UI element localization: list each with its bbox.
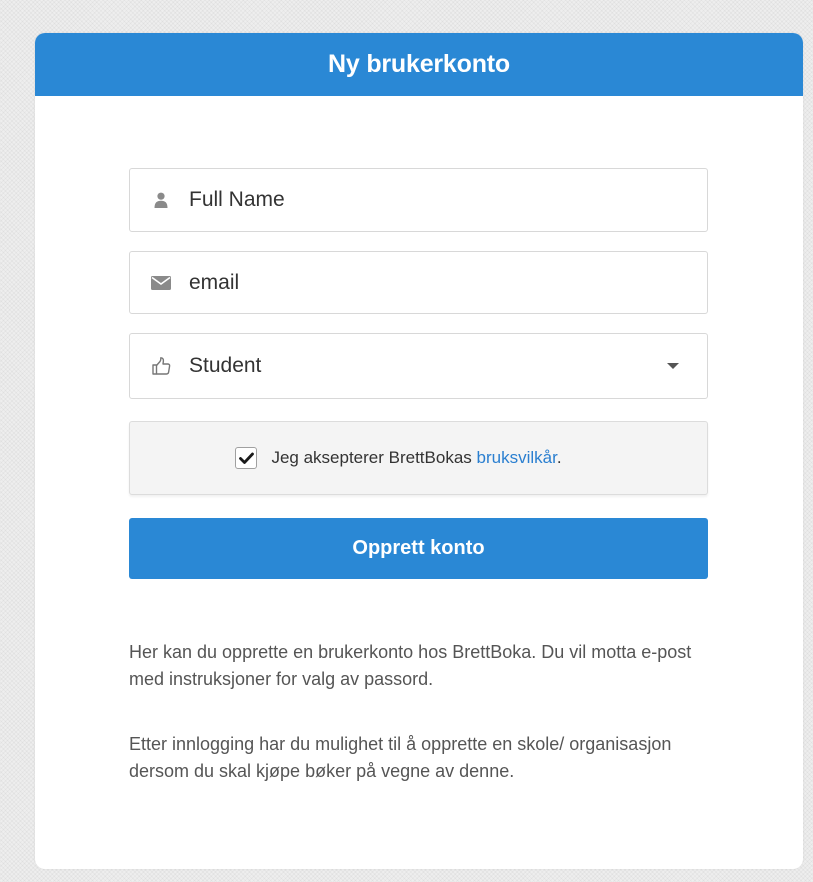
full-name-field[interactable] — [129, 168, 708, 232]
create-account-button[interactable]: Opprett konto — [129, 518, 708, 579]
thumbs-up-icon — [150, 355, 172, 377]
envelope-icon — [150, 272, 172, 294]
email-input[interactable] — [189, 252, 707, 313]
signup-card: Ny brukerkonto Student — [35, 33, 803, 869]
info-paragraph: Etter innlogging har du mulighet til å o… — [129, 734, 672, 781]
terms-label: Jeg aksepterer BrettBokas bruksvilkår. — [271, 448, 562, 467]
page-title: Ny brukerkonto — [328, 50, 510, 78]
full-name-input[interactable] — [189, 169, 707, 231]
terms-checkbox[interactable] — [235, 447, 258, 469]
info-paragraph: Her kan du opprette en brukerkonto hos B… — [129, 642, 692, 689]
role-select-value: Student — [189, 354, 262, 377]
checkmark-icon — [239, 452, 254, 464]
user-icon — [150, 189, 172, 211]
chevron-down-icon — [667, 363, 679, 369]
email-field[interactable] — [129, 251, 708, 314]
card-header: Ny brukerkonto — [35, 33, 803, 96]
role-select[interactable]: Student — [129, 333, 708, 399]
terms-link[interactable]: bruksvilkår — [477, 448, 557, 467]
terms-box: Jeg aksepterer BrettBokas bruksvilkår. — [129, 421, 708, 495]
